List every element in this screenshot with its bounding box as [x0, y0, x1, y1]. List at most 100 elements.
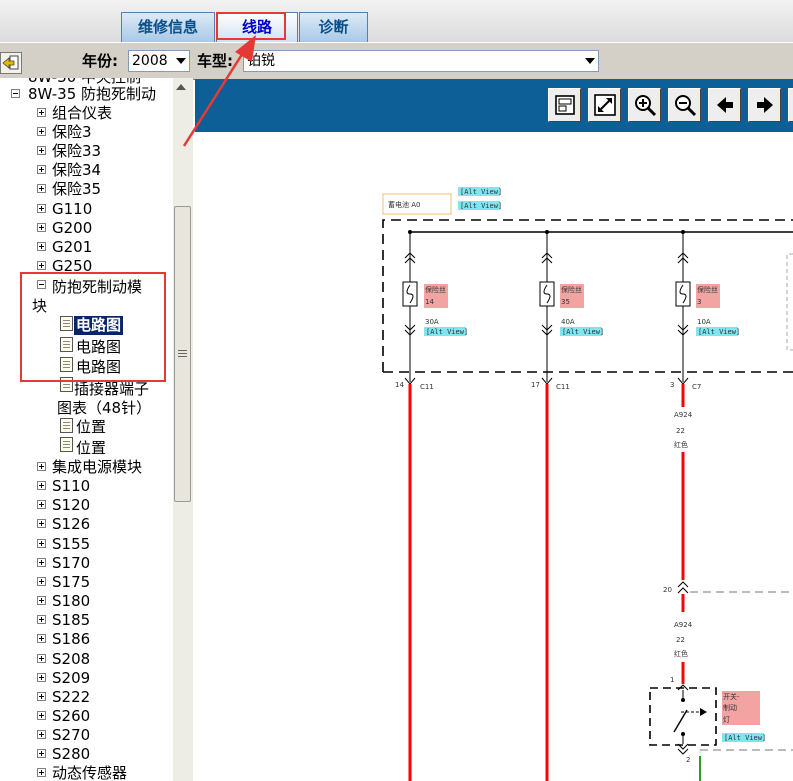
expand-icon[interactable] — [37, 749, 46, 758]
tree-item[interactable]: G200 — [52, 219, 92, 238]
fuse-35[interactable]: 保险丝 35 40A [Alt View] — [539, 230, 604, 382]
chevron-down-icon — [176, 58, 186, 64]
tree-item[interactable]: 保险34 — [52, 161, 101, 180]
expand-icon[interactable] — [37, 108, 46, 117]
expand-icon[interactable] — [37, 242, 46, 251]
tree-item[interactable]: 位置 — [76, 418, 106, 437]
tree-item[interactable]: S126 — [52, 515, 90, 534]
collapse-icon[interactable] — [11, 89, 20, 98]
tree-item[interactable]: S222 — [52, 688, 90, 707]
expand-icon[interactable] — [37, 462, 46, 471]
fuse-3[interactable]: 保险丝 3 10A [Alt View] — [675, 230, 740, 382]
tree-item[interactable]: 位置 — [76, 439, 106, 458]
expand-icon[interactable] — [37, 558, 46, 567]
expand-icon[interactable] — [37, 577, 46, 586]
pin-label: 3 — [670, 381, 674, 389]
expand-icon[interactable] — [37, 223, 46, 232]
svg-text:35: 35 — [561, 298, 570, 306]
diagram-svg: 蓄电池 A0 [Alt View] [Alt View] 保险丝 14 30A … — [382, 187, 793, 781]
tree-item[interactable]: 动态传感器 — [52, 764, 127, 781]
expand-icon[interactable] — [37, 165, 46, 174]
alt-view-text: [Alt View] — [460, 188, 502, 196]
tab-diagnosis[interactable]: 诊断 — [299, 12, 368, 42]
expand-icon[interactable] — [37, 261, 46, 270]
expand-icon[interactable] — [37, 146, 46, 155]
back-icon — [2, 55, 19, 70]
tree-item[interactable]: S170 — [52, 554, 90, 573]
svg-text:[Alt View]: [Alt View] — [698, 328, 740, 336]
circuit-label: A924 — [674, 411, 693, 419]
connector-label: C7 — [692, 383, 701, 391]
tree-item[interactable]: S120 — [52, 496, 90, 515]
zoom-in-icon — [634, 95, 656, 117]
arrow-left-icon — [716, 97, 733, 113]
tree-item[interactable]: 保险33 — [52, 142, 101, 161]
tab-repair-info[interactable]: 维修信息 — [121, 12, 215, 42]
wiring-diagram[interactable]: 蓄电池 A0 [Alt View] [Alt View] 保险丝 14 30A … — [195, 132, 793, 781]
color-label: 红色 — [674, 440, 688, 449]
svg-text:3: 3 — [697, 298, 701, 306]
expand-icon[interactable] — [37, 500, 46, 509]
next-button[interactable] — [748, 88, 781, 122]
expand-icon[interactable] — [37, 204, 46, 213]
expand-icon[interactable] — [37, 184, 46, 193]
svg-text:[Alt View]: [Alt View] — [426, 328, 468, 336]
previous-button[interactable] — [708, 88, 741, 122]
year-value: 2008 — [132, 53, 168, 69]
document-icon — [60, 418, 73, 433]
svg-text:10A: 10A — [697, 318, 711, 326]
expand-icon[interactable] — [37, 673, 46, 682]
tree-item[interactable]: S208 — [52, 650, 90, 669]
fit-page-button[interactable] — [548, 88, 581, 122]
tree-item[interactable]: S110 — [52, 477, 90, 496]
gauge-label: 22 — [676, 427, 685, 435]
fuse-14[interactable]: 保险丝 14 30A [Alt View] — [402, 230, 468, 382]
zoom-out-button[interactable] — [668, 88, 701, 122]
zoom-out-icon — [674, 95, 696, 117]
tree-item[interactable]: G201 — [52, 238, 92, 257]
tree-item[interactable]: S260 — [52, 707, 90, 726]
expand-icon[interactable] — [37, 539, 46, 548]
expand-icon[interactable] — [37, 596, 46, 605]
tree-item[interactable]: 保险35 — [52, 180, 101, 199]
expand-icon[interactable] — [37, 730, 46, 739]
expand-icon[interactable] — [37, 634, 46, 643]
expand-icon[interactable] — [37, 615, 46, 624]
diagram-toolbar — [195, 79, 793, 132]
svg-text:保险丝: 保险丝 — [697, 285, 718, 294]
scrollbar-thumb[interactable] — [174, 206, 191, 502]
tree-scrollbar[interactable] — [173, 78, 193, 781]
expand-icon[interactable] — [37, 692, 46, 701]
brake-light-switch[interactable] — [673, 690, 707, 744]
year-select[interactable]: 2008 — [128, 50, 190, 72]
tree-item[interactable]: G110 — [52, 200, 92, 219]
expand-icon[interactable] — [37, 711, 46, 720]
more-button[interactable] — [788, 88, 793, 122]
tree-item[interactable]: S180 — [52, 592, 90, 611]
scroll-up-icon[interactable] — [176, 84, 186, 90]
tree-item[interactable]: 保险3 — [52, 123, 92, 142]
svg-text:制动: 制动 — [723, 703, 737, 712]
expand-icon[interactable] — [37, 481, 46, 490]
full-screen-button[interactable] — [588, 88, 621, 122]
tree-item[interactable]: S186 — [52, 630, 90, 649]
tree-item[interactable]: S280 — [52, 745, 90, 764]
tree-item-group[interactable]: 8W-35 防抱死制动 — [28, 85, 156, 104]
battery-label: 蓄电池 A0 — [388, 200, 420, 209]
expand-icon[interactable] — [37, 519, 46, 528]
tree-item[interactable]: 集成电源模块 — [52, 458, 142, 477]
tree-item[interactable]: 插接器端子 — [74, 380, 149, 399]
zoom-in-button[interactable] — [628, 88, 661, 122]
expand-icon[interactable] — [37, 127, 46, 136]
tree-item[interactable]: 组合仪表 — [52, 104, 112, 123]
back-button[interactable] — [0, 52, 22, 74]
expand-icon[interactable] — [37, 768, 46, 777]
model-select[interactable]: 铂锐 — [243, 50, 599, 72]
expand-icon[interactable] — [37, 654, 46, 663]
tree-item[interactable]: S155 — [52, 535, 90, 554]
tree-item[interactable]: S175 — [52, 573, 90, 592]
tree-item[interactable]: S209 — [52, 669, 90, 688]
pin-label: 14 — [395, 381, 404, 389]
tree-item[interactable]: S270 — [52, 726, 90, 745]
tree-item[interactable]: S185 — [52, 611, 90, 630]
